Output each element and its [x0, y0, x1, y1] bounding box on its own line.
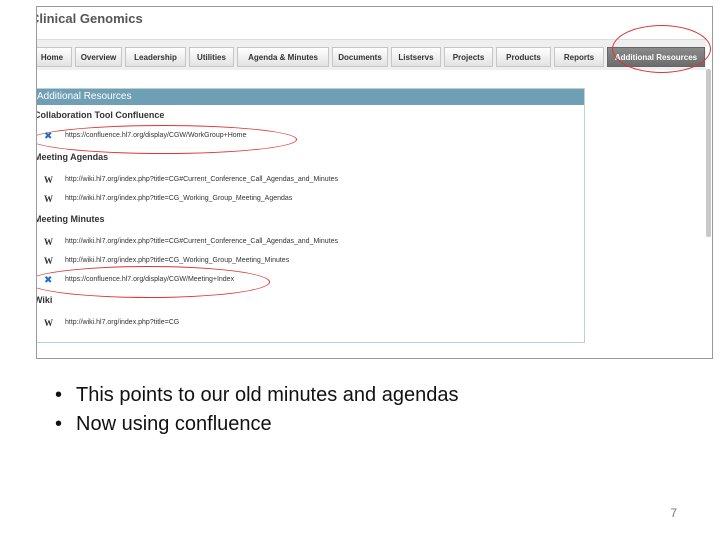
- resource-link[interactable]: http://wiki.hl7.org/index.php?title=CG#C…: [65, 238, 338, 245]
- website-screenshot: Clinical Genomics Home Overview Leadersh…: [36, 6, 713, 359]
- tab-products[interactable]: Products: [496, 47, 551, 67]
- resource-link[interactable]: https://confluence.hl7.org/display/CGW/M…: [65, 276, 234, 283]
- tab-agenda-minutes[interactable]: Agenda & Minutes: [237, 47, 329, 67]
- wiki-icon: W: [44, 256, 53, 266]
- tab-home[interactable]: Home: [37, 47, 72, 67]
- confluence-icon: ✖: [44, 131, 53, 142]
- wiki-icon: W: [44, 318, 53, 328]
- wiki-icon: W: [44, 194, 53, 204]
- tab-listservs[interactable]: Listservs: [391, 47, 441, 67]
- tab-additional-resources[interactable]: Additional Resources: [607, 47, 705, 67]
- section-heading-meeting-minutes: Meeting Minutes: [36, 214, 105, 224]
- panel-title: Additional Resources: [37, 89, 584, 105]
- resource-link[interactable]: http://wiki.hl7.org/index.php?title=CG: [65, 319, 179, 326]
- site-title: Clinical Genomics: [36, 11, 143, 26]
- tab-leadership[interactable]: Leadership: [125, 47, 186, 67]
- page-number: 7: [670, 506, 677, 520]
- section-heading-wiki: Wiki: [37, 295, 53, 305]
- wiki-icon: W: [44, 175, 53, 185]
- tab-overview[interactable]: Overview: [75, 47, 122, 67]
- tab-reports[interactable]: Reports: [554, 47, 604, 67]
- resource-link[interactable]: http://wiki.hl7.org/index.php?title=CG#C…: [65, 176, 338, 183]
- additional-resources-panel: Additional Resources Collaboration Tool …: [36, 88, 585, 343]
- resource-link[interactable]: https://confluence.hl7.org/display/CGW/W…: [65, 132, 246, 139]
- bullet-item: This points to our old minutes and agend…: [55, 381, 458, 410]
- confluence-icon: ✖: [44, 275, 53, 286]
- scrollbar[interactable]: [706, 69, 711, 237]
- section-heading-meeting-agendas: Meeting Agendas: [36, 152, 109, 162]
- bullet-list: This points to our old minutes and agend…: [55, 381, 458, 439]
- wiki-icon: W: [44, 237, 53, 247]
- nav-bar: Home Overview Leadership Utilities Agend…: [37, 39, 706, 70]
- tab-utilities[interactable]: Utilities: [189, 47, 234, 67]
- tab-documents[interactable]: Documents: [332, 47, 388, 67]
- tab-projects[interactable]: Projects: [444, 47, 493, 67]
- section-heading-collaboration: Collaboration Tool Confluence: [36, 110, 165, 120]
- bullet-item: Now using confluence: [55, 410, 458, 439]
- resource-link[interactable]: http://wiki.hl7.org/index.php?title=CG_W…: [65, 195, 292, 202]
- resource-link[interactable]: http://wiki.hl7.org/index.php?title=CG_W…: [65, 257, 289, 264]
